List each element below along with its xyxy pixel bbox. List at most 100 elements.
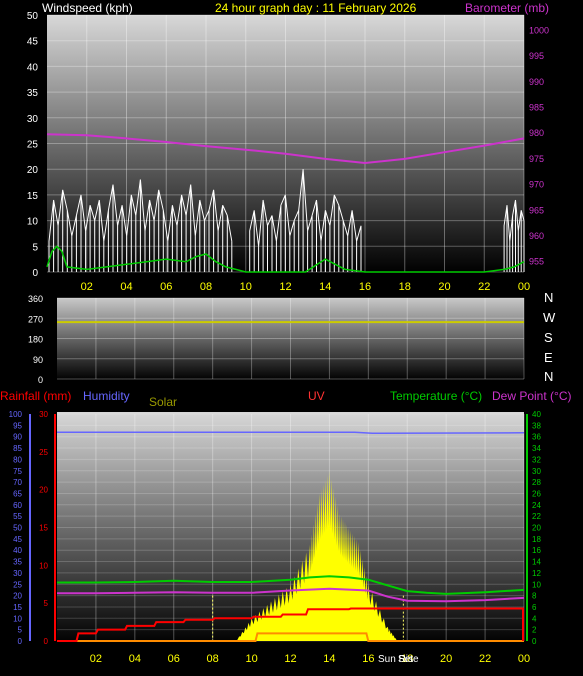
x-tick-label: 12 (279, 281, 291, 293)
humidity-tick-label: 20 (13, 592, 22, 601)
direction-tick-label: 270 (28, 314, 43, 324)
windspeed-axis: 0 5 10 15 20 25 30 35 40 45 50 (27, 11, 39, 279)
humidity-tick-label: 75 (13, 467, 22, 476)
humidity-tick-label: 55 (13, 512, 22, 521)
windspeed-tick-label: 15 (27, 191, 39, 202)
climate-panel-x-axis: 02 04 06 08 10 12 14 16 18 20 22 00 (90, 653, 530, 665)
rainfall-axis-title: Rainfall (mm) (0, 389, 71, 403)
x-tick-label: 10 (245, 653, 257, 665)
humidity-tick-label: 40 (13, 546, 22, 555)
direction-tick-label: 180 (28, 335, 43, 345)
barometer-tick-label: 995 (529, 51, 544, 61)
direction-tick-label: 360 (28, 294, 43, 304)
x-tick-label: 02 (90, 653, 102, 665)
direction-letter-s: S (544, 330, 553, 345)
windspeed-tick-label: 45 (27, 37, 39, 48)
x-tick-label: 14 (319, 281, 331, 293)
windspeed-tick-label: 35 (27, 88, 39, 99)
x-tick-label: 10 (240, 281, 252, 293)
temperature-tick-label: 22 (532, 512, 541, 521)
humidity-tick-label: 50 (13, 524, 22, 533)
solar-legend-label: Solar (149, 395, 177, 409)
direction-letter-n-top: N (544, 290, 553, 305)
temperature-tick-label: 18 (532, 535, 541, 544)
windspeed-tick-label: 0 (32, 268, 38, 279)
humidity-tick-label: 100 (9, 410, 23, 419)
humidity-tick-label: 85 (13, 444, 22, 453)
x-tick-label: 02 (81, 281, 93, 293)
humidity-axis: 0 5 10 15 20 25 30 35 40 45 50 55 60 65 70 75 80 85 90 95 10… (9, 410, 31, 646)
temperature-tick-label: 12 (532, 569, 541, 578)
rainfall-tick-label: 25 (39, 448, 48, 457)
barometer-tick-label: 955 (529, 257, 544, 267)
windspeed-tick-label: 10 (27, 217, 39, 228)
humidity-tick-label: 60 (13, 501, 22, 510)
rainfall-tick-label: 30 (39, 410, 48, 419)
temperature-tick-label: 36 (532, 433, 541, 442)
humidity-tick-label: 25 (13, 580, 22, 589)
barometer-tick-label: 985 (529, 103, 544, 113)
windspeed-tick-label: 20 (27, 165, 39, 176)
x-tick-label: 18 (399, 281, 411, 293)
x-tick-label: 04 (120, 281, 132, 293)
barometer-axis-title: Barometer (mb) (465, 1, 549, 15)
barometer-tick-label: 980 (529, 128, 544, 138)
humidity-tick-label: 15 (13, 603, 22, 612)
humidity-tick-label: 80 (13, 455, 22, 464)
x-tick-label: 08 (207, 653, 219, 665)
windspeed-tick-label: 30 (27, 114, 39, 125)
barometer-axis: 955 960 965 970 975 980 985 990 995 1000 (529, 25, 549, 266)
sunset-label: Set (398, 654, 413, 665)
temperature-tick-label: 10 (532, 580, 541, 589)
temperature-tick-label: 34 (532, 444, 541, 453)
dew-point-axis-title: Dew Point (°C) (492, 389, 571, 403)
barometer-tick-label: 975 (529, 154, 544, 164)
temperature-tick-label: 26 (532, 489, 541, 498)
temperature-tick-label: 20 (532, 524, 541, 533)
humidity-tick-label: 0 (18, 637, 23, 646)
direction-letter-w: W (543, 310, 556, 325)
rainfall-tick-label: 5 (44, 599, 49, 608)
x-tick-label: 16 (362, 653, 374, 665)
weather-graph: Windspeed (kph) 24 hour graph day : 11 F… (0, 1, 571, 665)
x-tick-label: 04 (129, 653, 141, 665)
humidity-tick-label: 90 (13, 433, 22, 442)
windspeed-tick-label: 40 (27, 62, 39, 73)
humidity-tick-label: 35 (13, 558, 22, 567)
x-tick-label: 12 (284, 653, 296, 665)
temperature-axis-title: Temperature (°C) (390, 389, 482, 403)
humidity-tick-label: 30 (13, 569, 22, 578)
uv-legend-label: UV (308, 389, 325, 403)
barometer-tick-label: 965 (529, 205, 544, 215)
temperature-tick-label: 30 (532, 467, 541, 476)
temperature-tick-label: 2 (532, 626, 537, 635)
barometer-tick-label: 970 (529, 180, 544, 190)
x-tick-label: 22 (478, 281, 490, 293)
barometer-tick-label: 990 (529, 77, 544, 87)
barometer-tick-label: 1000 (529, 25, 549, 35)
temperature-tick-label: 16 (532, 546, 541, 555)
temperature-tick-label: 40 (532, 410, 541, 419)
x-tick-label: 06 (160, 281, 172, 293)
rainfall-axis: 0 5 10 15 20 25 30 (39, 410, 56, 646)
direction-letter-e: E (544, 350, 553, 365)
temperature-tick-label: 8 (532, 592, 537, 601)
windspeed-axis-title: Windspeed (kph) (42, 1, 133, 15)
temperature-axis: 0246810121416182022242628303234363840 (526, 410, 541, 646)
windspeed-tick-label: 25 (27, 140, 39, 151)
windspeed-tick-label: 5 (32, 242, 38, 253)
temperature-tick-label: 6 (532, 603, 537, 612)
x-tick-label: 20 (440, 653, 452, 665)
barometer-tick-label: 960 (529, 231, 544, 241)
temperature-tick-label: 4 (532, 614, 537, 623)
graph-title: 24 hour graph day : 11 February 2026 (215, 1, 417, 15)
windspeed-tick-label: 50 (27, 11, 39, 22)
temperature-tick-label: 28 (532, 478, 541, 487)
wind-panel-x-axis: 02 04 06 08 10 12 14 16 18 20 22 00 (81, 281, 531, 293)
temperature-tick-label: 0 (532, 637, 537, 646)
direction-letter-n-bottom: N (544, 369, 553, 384)
temperature-tick-label: 38 (532, 421, 541, 430)
rainfall-tick-label: 10 (39, 561, 48, 570)
x-tick-label: 00 (518, 653, 530, 665)
x-tick-label: 08 (200, 281, 212, 293)
